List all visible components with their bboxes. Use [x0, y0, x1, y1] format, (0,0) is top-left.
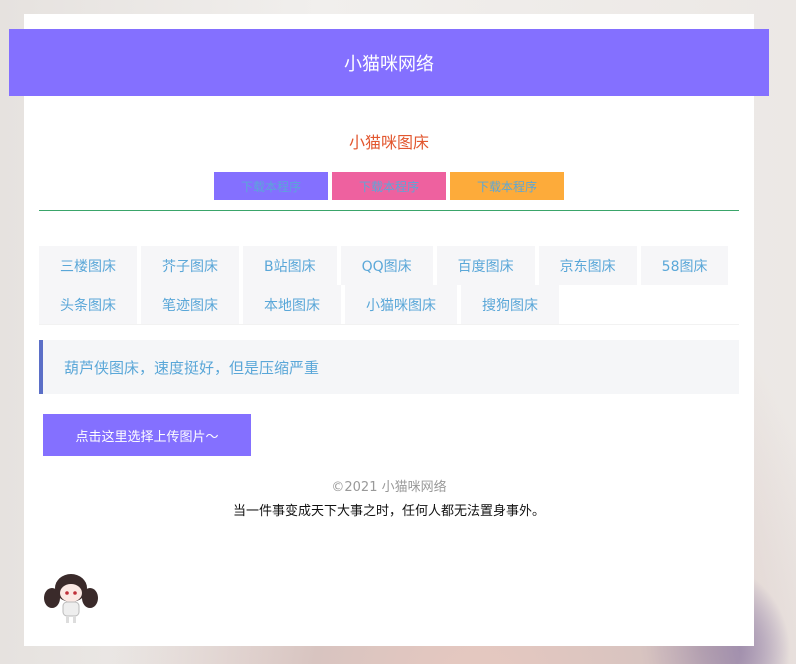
motto: 当一件事变成天下大事之时，任何人都无法置身事外。 [232, 504, 545, 519]
tab-jiezi[interactable]: 芥子图床 [141, 246, 239, 285]
tab-sogou[interactable]: 搜狗图床 [461, 285, 559, 324]
site-header: 小猫咪网络 [9, 29, 769, 96]
tab-bilibili[interactable]: B站图床 [243, 246, 337, 285]
download-button-3[interactable]: 下载本程序 [450, 172, 564, 200]
download-buttons: 下载本程序 下载本程序 下载本程序 [214, 172, 564, 200]
download-button-1[interactable]: 下载本程序 [214, 172, 328, 200]
mascot-icon[interactable] [40, 568, 102, 626]
tab-xiaomaomi[interactable]: 小猫咪图床 [345, 285, 457, 324]
tab-jd[interactable]: 京东图床 [538, 246, 637, 285]
tab-sanlou[interactable]: 三楼图床 [39, 246, 137, 285]
page-subtitle: 小猫咪图床 [348, 133, 429, 152]
copyright: ©2021 小猫咪网络 [331, 480, 447, 495]
upload-button[interactable]: 点击这里选择上传图片～ [43, 414, 251, 456]
tab-biji[interactable]: 笔迹图床 [141, 285, 239, 324]
tab-qq[interactable]: QQ图床 [340, 246, 433, 285]
image-host-tabs: 三楼图床 芥子图床 B站图床 QQ图床 百度图床 京东图床 58图床 头条图床 … [39, 246, 739, 325]
tab-toutiao[interactable]: 头条图床 [39, 285, 137, 324]
site-title: 小猫咪网络 [344, 53, 434, 75]
notice-box: 葫芦侠图床，速度挺好，但是压缩严重 [39, 340, 739, 394]
tab-baidu[interactable]: 百度图床 [436, 246, 535, 285]
divider [39, 210, 739, 211]
download-button-2[interactable]: 下载本程序 [332, 172, 446, 200]
content-card [24, 14, 754, 646]
tab-58[interactable]: 58图床 [640, 246, 729, 285]
tab-local[interactable]: 本地图床 [243, 285, 341, 324]
